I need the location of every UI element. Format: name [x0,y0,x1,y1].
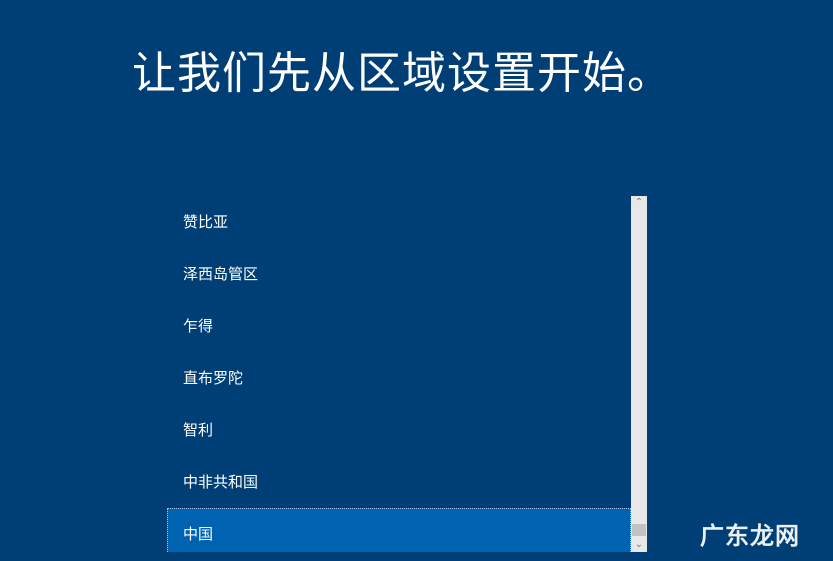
region-item-china-selected[interactable]: 中国 [167,508,631,552]
region-list-scrollbar[interactable]: ⌃ ⌄ [631,196,647,552]
region-item-central-african-republic[interactable]: 中非共和国 [167,456,631,508]
region-item-chad[interactable]: 乍得 [167,300,631,352]
region-list[interactable]: 赞比亚 泽西岛管区 乍得 直布罗陀 智利 中非共和国 中国 [167,196,631,552]
chevron-down-icon[interactable]: ⌄ [631,538,647,552]
region-item-chile[interactable]: 智利 [167,404,631,456]
scrollbar-thumb[interactable] [632,524,646,536]
region-item-jersey[interactable]: 泽西岛管区 [167,248,631,300]
chevron-up-icon[interactable]: ⌃ [631,196,647,210]
region-item-gibraltar[interactable]: 直布罗陀 [167,352,631,404]
watermark-logo: 广东龙网 [700,521,800,550]
page-title: 让我们先从区域设置开始。 [132,48,672,99]
region-item-zambia[interactable]: 赞比亚 [167,196,631,248]
